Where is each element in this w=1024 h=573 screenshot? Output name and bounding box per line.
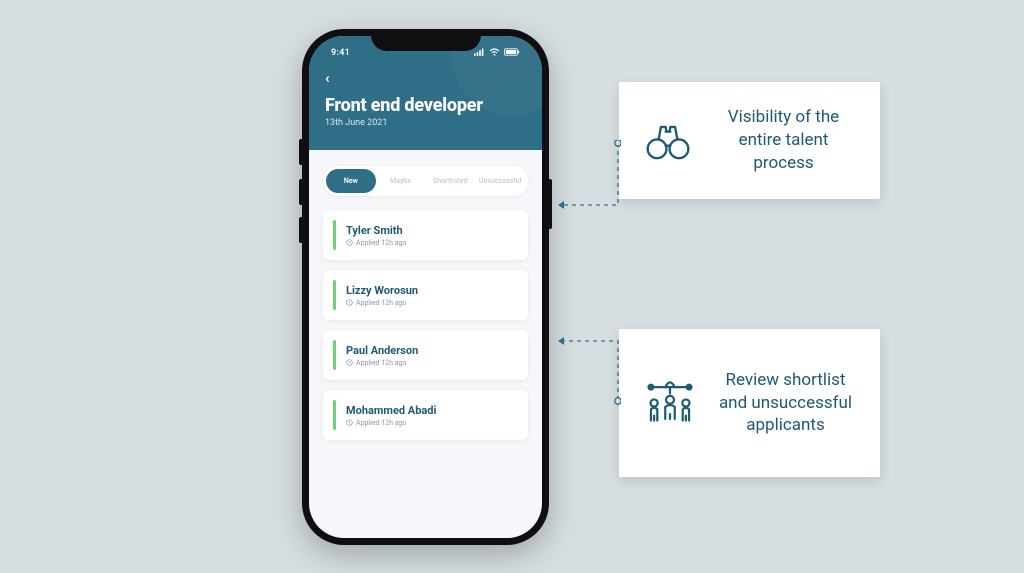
statusbar-icons [474,48,520,59]
status-bar-indicator [333,400,336,430]
applicant-meta: Applied 12h ago [346,299,418,307]
tab-maybe[interactable]: Maybe [376,169,426,193]
callout-text: Review shortlist and unsuccessful applic… [715,369,856,438]
callout-text: Visibility of the entire talent process [711,106,856,175]
applicant-card[interactable]: Tyler Smith Applied 12h ago [323,210,528,260]
tab-shortlisted[interactable]: Shortlisted [426,169,476,193]
callout-visibility: Visibility of the entire talent process [619,82,880,199]
applicant-name: Paul Anderson [346,344,418,357]
page-title: Front end developer [325,95,526,116]
tab-unsuccessful[interactable]: Unsuccessful [475,169,525,193]
statusbar-time: 9:41 [331,48,350,59]
callout-review: Review shortlist and unsuccessful applic… [619,329,880,477]
applicant-card[interactable]: Paul Anderson Applied 12h ago [323,330,528,380]
status-bar-indicator [333,220,336,250]
phone-frame: 9:41 ‹ Front end developer 13th June 202… [302,29,549,545]
clock-icon [346,239,353,246]
clock-icon [346,359,353,366]
applicant-card[interactable]: Lizzy Worosun Applied 12h ago [323,270,528,320]
applicant-name: Lizzy Worosun [346,284,418,297]
signal-icon [474,48,485,59]
phone-notch [371,29,481,51]
wifi-icon [489,48,500,59]
clock-icon [346,299,353,306]
status-bar-indicator [333,280,336,310]
page-subtitle: 13th June 2021 [325,118,526,128]
connector-line [555,335,621,407]
applicant-card[interactable]: Mohammed Abadi Applied 12h ago [323,390,528,440]
connector-line [555,140,621,212]
applicant-name: Tyler Smith [346,224,406,237]
binoculars-icon [643,116,693,166]
app-header: 9:41 ‹ Front end developer 13th June 202… [309,36,542,150]
back-button[interactable]: ‹ [325,69,343,87]
applicant-name: Mohammed Abadi [346,404,436,417]
applicant-meta: Applied 12h ago [346,359,418,367]
battery-icon [504,48,520,59]
phone-screen: 9:41 ‹ Front end developer 13th June 202… [309,36,542,538]
team-selection-icon [643,376,697,430]
tab-new[interactable]: New [326,169,376,193]
clock-icon [346,419,353,426]
tab-bar: New Maybe Shortlisted Unsuccessful [323,166,528,196]
applicant-list: Tyler Smith Applied 12h ago Lizzy Worosu… [309,210,542,440]
applicant-meta: Applied 12h ago [346,419,436,427]
status-bar-indicator [333,340,336,370]
applicant-meta: Applied 12h ago [346,239,406,247]
